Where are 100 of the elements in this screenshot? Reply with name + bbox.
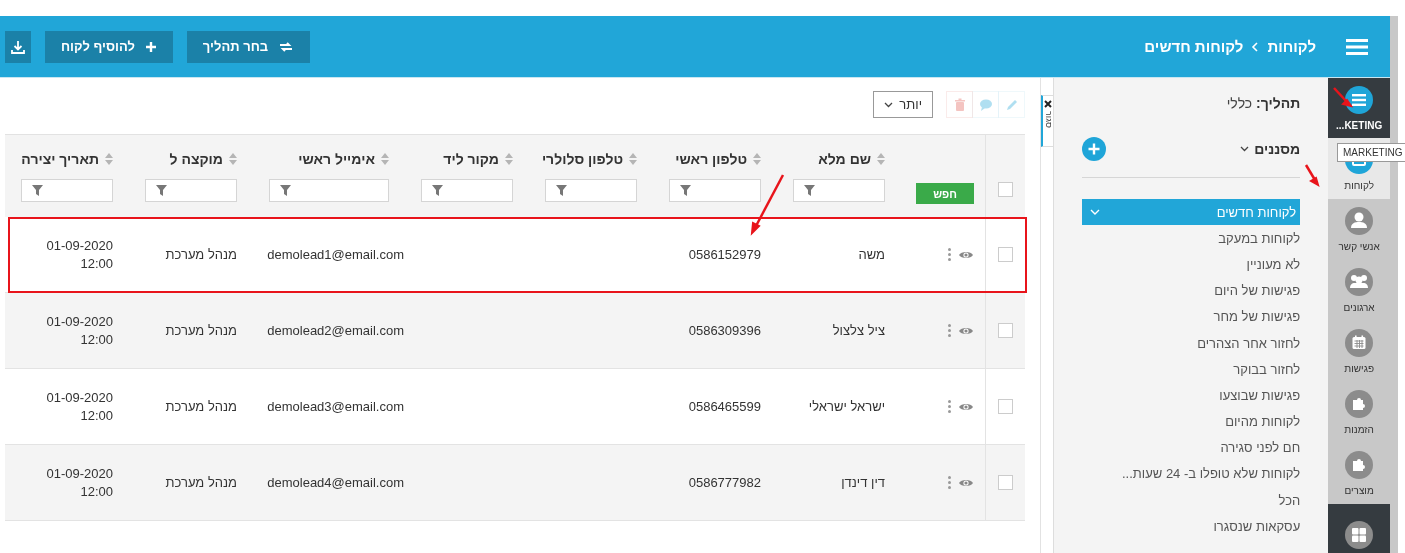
kebab-icon[interactable] [948, 400, 951, 413]
column-header[interactable]: טלפון ראשי [675, 151, 747, 167]
close-icon [1044, 100, 1052, 108]
nav-item[interactable]: פגישות [1328, 321, 1390, 382]
pencil-icon [1004, 97, 1019, 112]
chevron-icon [884, 101, 894, 108]
filter-field[interactable] [145, 179, 237, 202]
kebab-icon[interactable] [948, 248, 951, 261]
nav-item[interactable]: ארגונים [1328, 260, 1390, 321]
sort-icon[interactable] [753, 153, 761, 165]
select-all-checkbox[interactable] [998, 182, 1013, 197]
calendar-icon [1345, 329, 1374, 357]
sort-icon[interactable] [505, 153, 513, 165]
view-item[interactable]: פגישות של מחר [1081, 303, 1301, 330]
table-cell: 01-09-2020 12:00 [46, 464, 113, 501]
row-checkbox[interactable] [998, 323, 1013, 338]
grid-icon [1345, 520, 1374, 549]
view-item[interactable]: לקוחות במעקב [1081, 225, 1301, 252]
tooltip: MARKETING [1337, 143, 1405, 162]
kebab-icon[interactable] [948, 324, 951, 337]
table-cell: מנהל מערכת [165, 475, 237, 490]
column-header[interactable]: טלפון סלולרי [541, 151, 623, 167]
sort-icon[interactable] [105, 153, 113, 165]
download-icon [11, 39, 25, 54]
trash-icon [952, 97, 967, 112]
view-item[interactable]: לחזור אחר הצהרים [1081, 329, 1301, 357]
table-cell: 01-09-2020 12:00 [46, 388, 113, 425]
menu-icon[interactable] [1346, 37, 1368, 56]
eye-icon[interactable] [959, 401, 973, 412]
view-item[interactable]: לקוחות שלא טופלו ב- 24 שעות... [1081, 460, 1301, 488]
filter-icon [32, 185, 43, 196]
plus-icon [144, 40, 157, 53]
puzzle-icon [1345, 451, 1374, 479]
table-cell: ישראל ישראלי [808, 399, 885, 414]
table-cell: מנהל מערכת [165, 247, 237, 262]
table-cell: 0586465599 [688, 399, 761, 414]
nav-item[interactable]: אנשי קשר [1328, 199, 1390, 260]
row-checkbox[interactable] [998, 475, 1013, 490]
filter-field[interactable] [21, 179, 113, 202]
view-item[interactable]: פגישות שבוצעו [1081, 382, 1301, 409]
filter-field[interactable] [421, 179, 513, 202]
filter-icon [680, 185, 691, 196]
table-cell: משה [858, 247, 885, 262]
filters-toggle[interactable]: מסננים [1240, 141, 1301, 157]
add-client-button[interactable]: להוסיף לקוח [45, 30, 173, 63]
nav-item[interactable] [1328, 504, 1390, 553]
nav-item[interactable]: הזמנות [1328, 382, 1390, 443]
column-header[interactable]: אימייל ראשי [298, 151, 375, 167]
row-checkbox[interactable] [998, 247, 1013, 262]
eye-icon[interactable] [959, 325, 973, 336]
table-cell: 0586777982 [688, 475, 761, 490]
table-cell: דין דינדן [841, 475, 885, 490]
table-cell: 0586152979 [688, 247, 761, 262]
view-item[interactable]: עסקאות שנסגרו [1081, 513, 1301, 540]
sort-icon[interactable] [229, 153, 237, 165]
annotation-arrow [1304, 164, 1320, 188]
table-cell: demolead1@email.com [267, 247, 404, 262]
column-header[interactable]: מוקצה ל [169, 151, 223, 167]
view-item[interactable]: לא מעוניין [1081, 251, 1301, 278]
process-button[interactable]: בחר תהליך [186, 30, 311, 63]
column-header[interactable]: מקור ליד [443, 151, 499, 167]
column-header[interactable]: תאריך יצירה [21, 151, 99, 167]
shuffle-icon [278, 39, 295, 54]
nav-item[interactable]: ...KETING [1328, 78, 1390, 138]
row-checkbox[interactable] [998, 399, 1013, 414]
more-dropdown[interactable]: יותר [873, 91, 933, 118]
view-item[interactable]: חם לפני סגירה [1081, 434, 1301, 461]
close-tab[interactable]: סגור [1041, 95, 1053, 147]
kebab-icon[interactable] [948, 476, 951, 489]
menu-icon [1345, 85, 1374, 114]
view-item[interactable]: פגישות של היום [1081, 277, 1301, 304]
eye-icon[interactable] [959, 249, 973, 260]
filter-field[interactable] [269, 179, 389, 202]
table-cell: מנהל מערכת [165, 323, 237, 338]
filter-field[interactable] [669, 179, 761, 202]
column-header[interactable]: שם מלא [818, 151, 871, 167]
view-item[interactable]: לקוחות מהיום [1081, 408, 1301, 435]
filter-icon [280, 185, 291, 196]
filter-field[interactable] [793, 179, 885, 202]
sort-icon[interactable] [381, 153, 389, 165]
eye-icon[interactable] [959, 477, 973, 488]
sort-icon[interactable] [877, 153, 885, 165]
chevron-icon [1251, 41, 1260, 52]
annotation-arrow [750, 174, 785, 236]
download-button[interactable] [5, 30, 31, 63]
process-label: תהליך: כללי [1225, 95, 1301, 113]
person-icon [1345, 207, 1374, 235]
filter-icon [156, 185, 167, 196]
filter-icon [432, 185, 443, 196]
table-cell: 01-09-2020 12:00 [46, 236, 113, 273]
table-cell: 01-09-2020 12:00 [46, 312, 113, 349]
view-item[interactable]: לחזור בבוקר [1081, 356, 1301, 383]
filter-field[interactable] [545, 179, 637, 202]
table-cell: 0586309396 [688, 323, 761, 338]
annotation-arrow [1333, 87, 1354, 108]
view-item[interactable]: הכל [1081, 487, 1301, 514]
table-cell: demolead3@email.com [267, 399, 404, 414]
add-filter-icon[interactable] [1081, 137, 1106, 161]
sort-icon[interactable] [629, 153, 637, 165]
nav-item[interactable]: מוצרים [1328, 443, 1390, 504]
